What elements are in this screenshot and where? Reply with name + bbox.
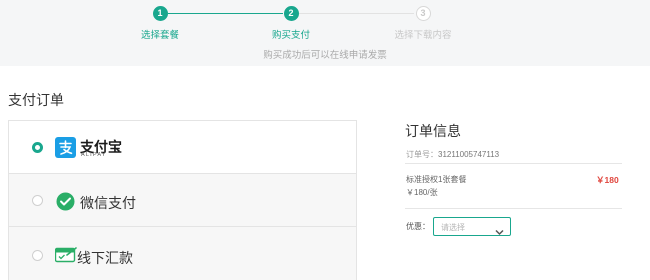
step-download: 3 选择下载内容 — [383, 6, 463, 41]
payment-option-label: 微信支付 — [80, 195, 136, 211]
radio-unselected[interactable] — [32, 250, 43, 261]
order-item-unit-price: ￥180/张 — [406, 188, 438, 197]
step-label: 选择套餐 — [140, 30, 179, 41]
order-number: 订单号：31211005747113 — [406, 149, 499, 160]
step-number: 1 — [152, 6, 168, 21]
radio-selected[interactable] — [32, 142, 43, 153]
payment-option-offline[interactable]: 线下汇款 — [9, 227, 356, 280]
step-number: 3 — [415, 6, 431, 21]
discount-select[interactable]: 请选择 — [433, 217, 511, 236]
wechat-icon — [56, 192, 75, 211]
order-item-name: 标准授权1张套餐 — [406, 175, 467, 184]
step-label: 购买支付 — [271, 30, 310, 41]
step-select-package: 1 选择套餐 — [120, 6, 200, 41]
discount-placeholder: 请选择 — [441, 223, 465, 232]
chevron-down-icon — [495, 223, 504, 236]
alipay-icon — [55, 137, 76, 158]
order-number-value: 31211005747113 — [438, 150, 500, 159]
step-label: 选择下载内容 — [394, 30, 452, 41]
progress-steps: 1 选择套餐 2 购买支付 3 选择下载内容 购买成功后可以在线申请发票 — [0, 0, 650, 66]
offline-transfer-icon — [54, 246, 77, 263]
divider — [405, 163, 622, 164]
page-title: 支付订单 — [8, 92, 64, 108]
payment-option-alipay[interactable]: 支付宝 ALIPAY — [9, 121, 356, 174]
step-number: 2 — [283, 6, 299, 21]
invoice-note: 购买成功后可以在线申请发票 — [263, 50, 387, 61]
alipay-subtext: ALIPAY — [81, 152, 107, 158]
divider — [405, 208, 622, 209]
payment-option-label: 线下汇款 — [77, 250, 133, 266]
payment-option-wechat[interactable]: 微信支付 — [9, 174, 356, 227]
order-info-title: 订单信息 — [405, 123, 461, 139]
radio-unselected[interactable] — [32, 195, 43, 206]
order-item-total: ￥180 — [596, 175, 619, 185]
discount-label: 优惠： — [406, 222, 430, 231]
order-number-label: 订单号： — [406, 150, 438, 159]
payment-method-list: 支付宝 ALIPAY 微信支付 线下汇款 — [8, 120, 357, 280]
step-payment: 2 购买支付 — [251, 6, 331, 41]
